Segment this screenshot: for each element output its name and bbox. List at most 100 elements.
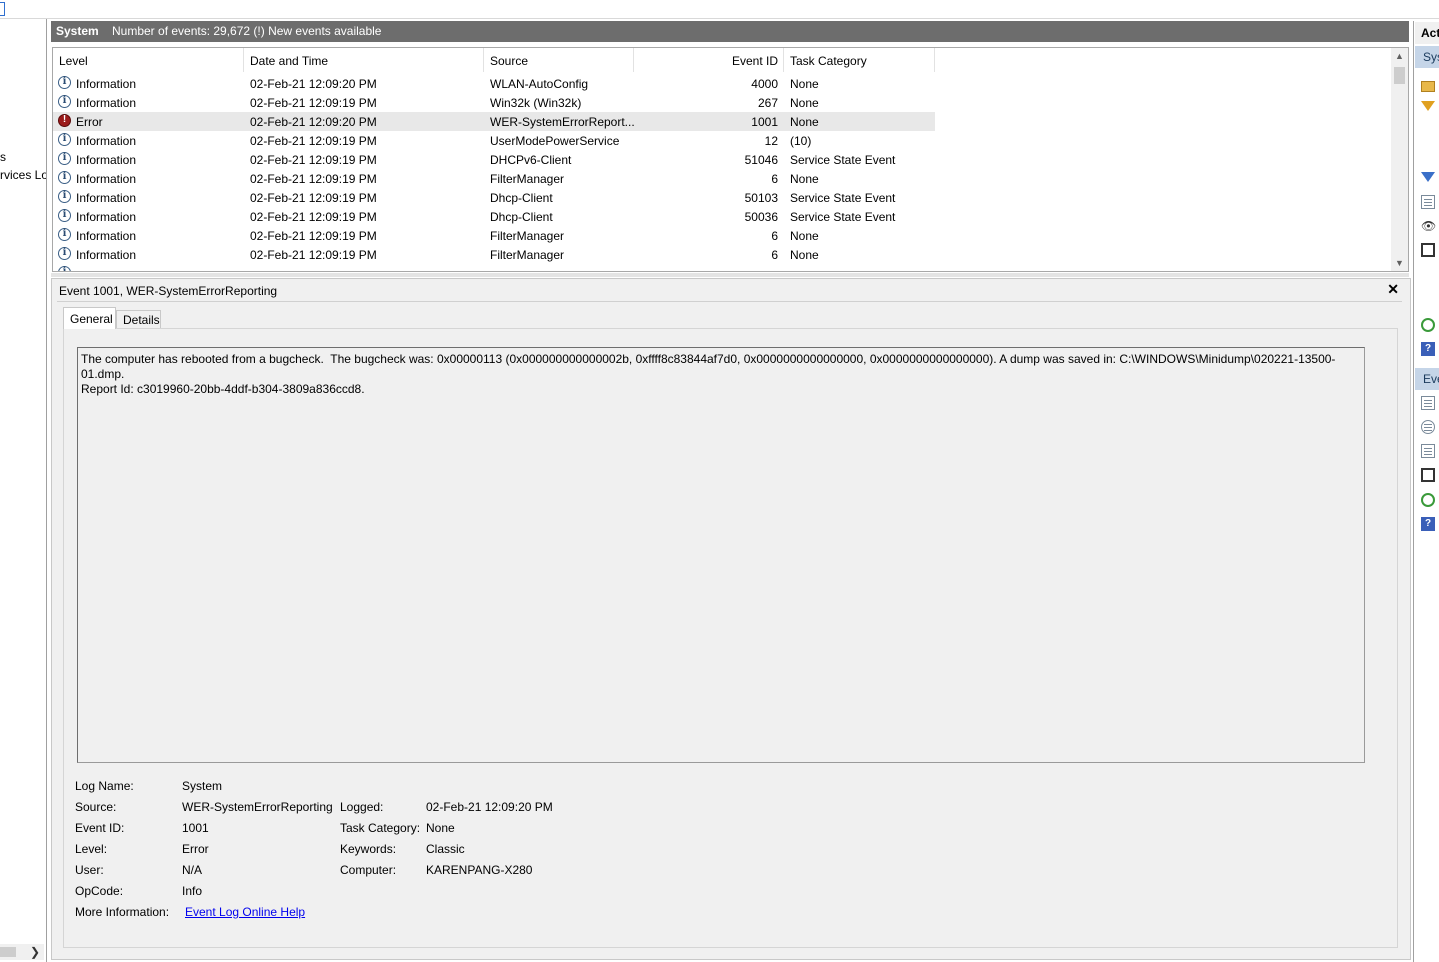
table-row[interactable]: Error 02-Feb-21 12:09:20 PM WER-SystemErro… bbox=[53, 112, 935, 131]
computer-value: KARENPANG-X280 bbox=[426, 863, 533, 877]
column-label: Event ID bbox=[731, 54, 778, 68]
vertical-scrollbar[interactable]: ▲ ▼ bbox=[1391, 48, 1408, 271]
column-header-level[interactable]: Level bbox=[53, 48, 244, 72]
scrollbar-thumb[interactable] bbox=[0, 947, 16, 957]
opcode-value: Info bbox=[182, 884, 203, 898]
table-row[interactable]: Information 02-Feb-21 12:09:19 PM FilterMa… bbox=[53, 226, 935, 245]
table-row[interactable]: Information 02-Feb-21 12:09:19 PM DHCPv6-C… bbox=[53, 150, 935, 169]
help-icon[interactable]: ? bbox=[1421, 342, 1435, 356]
cell-event-id: 6 bbox=[771, 229, 778, 243]
event-properties-icon[interactable] bbox=[1421, 396, 1435, 410]
tab-details[interactable]: Details bbox=[116, 310, 161, 329]
tree-item[interactable]: rvices Lo bbox=[0, 168, 46, 182]
table-row-partial[interactable] bbox=[53, 264, 935, 271]
event-log-online-help-link[interactable]: Event Log Online Help bbox=[185, 905, 305, 919]
info-icon bbox=[58, 247, 71, 260]
attach-task-icon[interactable] bbox=[1421, 420, 1435, 434]
cell-event-id: 6 bbox=[771, 248, 778, 262]
cell-event-id: 4000 bbox=[751, 77, 778, 91]
info-icon bbox=[58, 228, 71, 241]
event-id-label: Event ID: bbox=[75, 821, 125, 835]
event-message-box[interactable]: The computer has rebooted from a bugchec… bbox=[77, 347, 1365, 763]
table-row[interactable]: Information 02-Feb-21 12:09:19 PM Dhcp-Cli… bbox=[53, 188, 935, 207]
table-row[interactable]: Information 02-Feb-21 12:09:19 PM Win32k (… bbox=[53, 93, 935, 112]
cell-level: Error bbox=[76, 115, 103, 129]
section-label: Eve bbox=[1423, 372, 1439, 386]
table-row[interactable]: Information 02-Feb-21 12:09:20 PM WLAN-Aut… bbox=[53, 74, 935, 93]
section-label: Sys bbox=[1423, 50, 1439, 64]
table-row[interactable]: Information 02-Feb-21 12:09:19 PM FilterMa… bbox=[53, 245, 935, 264]
close-icon[interactable]: ✕ bbox=[1387, 281, 1399, 298]
table-row[interactable]: Information 02-Feb-21 12:09:19 PM Dhcp-Cli… bbox=[53, 207, 935, 226]
event-detail-panel: Event 1001, WER-SystemErrorReporting ✕ G… bbox=[51, 278, 1411, 960]
cell-event-id: 50036 bbox=[744, 210, 778, 224]
column-label: Task Category bbox=[790, 54, 867, 68]
filter-icon[interactable] bbox=[1421, 172, 1435, 182]
actions-header: Act bbox=[1415, 22, 1439, 44]
event-message[interactable]: The computer has rebooted from a bugchec… bbox=[81, 352, 1361, 397]
refresh-icon[interactable] bbox=[1421, 493, 1435, 507]
cell-date: 02-Feb-21 12:09:20 PM bbox=[250, 77, 377, 91]
cell-source: FilterManager bbox=[490, 172, 565, 186]
log-title: System bbox=[56, 24, 99, 38]
filter-create-icon[interactable] bbox=[1421, 101, 1435, 111]
log-header-bar: System Number of events: 29,672 (!) New … bbox=[51, 21, 1409, 42]
cell-task-category: None bbox=[790, 77, 819, 91]
cell-date: 02-Feb-21 12:09:19 PM bbox=[250, 248, 377, 262]
column-header-event-id[interactable]: Event ID bbox=[634, 48, 784, 72]
find-icon[interactable]: 👁 bbox=[1421, 219, 1436, 233]
cell-event-id: 12 bbox=[764, 134, 778, 148]
info-icon bbox=[58, 266, 71, 271]
cell-event-id: 1001 bbox=[751, 115, 778, 129]
column-header-task-category[interactable]: Task Category bbox=[784, 48, 935, 72]
tab-content-general: The computer has rebooted from a bugchec… bbox=[63, 328, 1398, 948]
column-label: Date and Time bbox=[250, 54, 329, 68]
cell-source: Dhcp-Client bbox=[490, 210, 553, 224]
save-icon[interactable] bbox=[1421, 243, 1435, 257]
selection-marker bbox=[0, 2, 5, 16]
copy-icon[interactable] bbox=[1421, 444, 1435, 458]
cell-date: 02-Feb-21 12:09:19 PM bbox=[250, 172, 377, 186]
refresh-icon[interactable] bbox=[1421, 318, 1435, 332]
info-icon bbox=[58, 209, 71, 222]
info-icon bbox=[58, 95, 71, 108]
cell-task-category: None bbox=[790, 229, 819, 243]
cell-level: Information bbox=[76, 248, 137, 262]
event-count: Number of events: 29,672 (!) New events … bbox=[112, 24, 382, 38]
cell-date: 02-Feb-21 12:09:19 PM bbox=[250, 153, 377, 167]
tree-item[interactable]: s bbox=[0, 150, 6, 164]
column-header-date[interactable]: Date and Time bbox=[244, 48, 484, 72]
cell-level: Information bbox=[76, 77, 137, 91]
cell-date: 02-Feb-21 12:09:19 PM bbox=[250, 229, 377, 243]
cell-event-id: 51046 bbox=[744, 153, 778, 167]
keywords-value: Classic bbox=[426, 842, 465, 856]
column-header-source[interactable]: Source bbox=[484, 48, 634, 72]
properties-icon[interactable] bbox=[1421, 195, 1435, 209]
navigation-tree[interactable]: s rvices Lo ❯ bbox=[0, 19, 47, 962]
tab-general[interactable]: General bbox=[63, 307, 116, 329]
scroll-right-icon[interactable]: ❯ bbox=[30, 945, 40, 959]
cell-source: DHCPv6-Client bbox=[490, 153, 572, 167]
scrollbar-thumb[interactable] bbox=[1394, 67, 1405, 84]
actions-pane: Act Sys 👁 ? Eve ? bbox=[1413, 21, 1439, 962]
open-folder-icon[interactable] bbox=[1421, 81, 1435, 92]
tab-label: Details bbox=[123, 313, 160, 327]
scroll-up-icon[interactable]: ▲ bbox=[1395, 51, 1404, 61]
info-icon bbox=[58, 76, 71, 89]
actions-section-system[interactable]: Sys bbox=[1415, 46, 1439, 68]
table-row[interactable]: Information 02-Feb-21 12:09:19 PM UserMode… bbox=[53, 131, 935, 150]
save-selected-icon[interactable] bbox=[1421, 468, 1435, 482]
help-icon[interactable]: ? bbox=[1421, 517, 1435, 531]
horizontal-scrollbar[interactable]: ❯ bbox=[0, 944, 44, 960]
cell-task-category: None bbox=[790, 172, 819, 186]
error-icon bbox=[58, 114, 71, 127]
pane-splitter[interactable] bbox=[51, 273, 1409, 277]
table-row[interactable]: Information 02-Feb-21 12:09:19 PM FilterMa… bbox=[53, 169, 935, 188]
cell-level: Information bbox=[76, 96, 137, 110]
info-icon bbox=[58, 152, 71, 165]
events-list[interactable]: Level Date and Time Source Event ID Task… bbox=[52, 47, 1409, 272]
scroll-down-icon[interactable]: ▼ bbox=[1395, 258, 1404, 268]
logged-value: 02-Feb-21 12:09:20 PM bbox=[426, 800, 553, 814]
task-category-value: None bbox=[426, 821, 455, 835]
actions-section-event[interactable]: Eve bbox=[1415, 368, 1439, 390]
